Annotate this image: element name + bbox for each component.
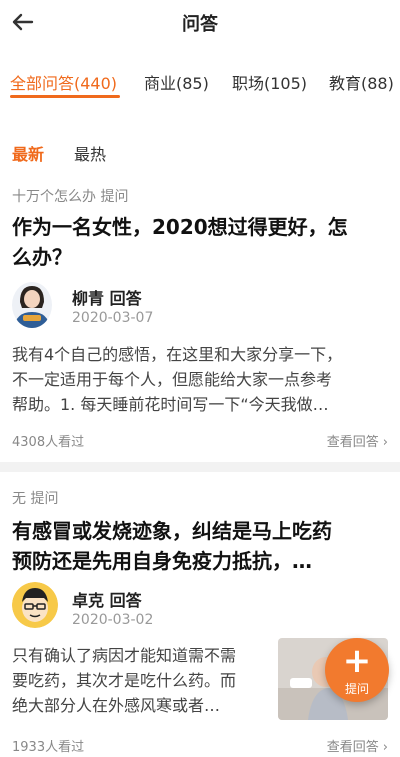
view-count: 1933人看过 [12,740,85,755]
asker-label: 无 提问 [12,491,59,507]
view-answer-label: 查看回答 [326,740,379,755]
view-answer-link[interactable]: 查看回答 › [327,431,388,450]
excerpt-line: 帮助。1. 每天睡前花时间写一下“今天我做… [12,395,329,414]
chevron-right-icon: › [382,740,388,755]
question-title[interactable]: 作为一名女性，2020想过得更好，怎 么办？ [12,212,392,272]
question-card[interactable]: 十万个怎么办 提问 作为一名女性，2020想过得更好，怎 么办？ 柳青 回答 2… [0,0,400,460]
question-title-line: 预防还是先用自身免疫力抵抗，… [12,549,312,573]
view-answer-link[interactable]: 查看回答 › [327,736,388,755]
question-title-line: 作为一名女性，2020想过得更好，怎 [12,215,348,239]
excerpt-line: 只有确认了病因才能知道需不需 [12,646,237,665]
answerer-name[interactable]: 卓克 回答 [72,587,142,611]
question-title-line: 么办？ [12,245,72,269]
chevron-right-icon: › [382,435,388,450]
card-divider [0,462,400,472]
excerpt-line: 不一定适用于每个人，但愿能给大家一点参考 [12,370,333,389]
plus-icon: + [342,641,372,681]
asker-label: 十万个怎么办 提问 [12,189,129,205]
avatar-woman-icon [12,282,52,328]
answerer-name[interactable]: 柳青 回答 [72,285,142,309]
question-title-line: 有感冒或发烧迹象，纠结是马上吃药 [12,519,332,543]
view-answer-label: 查看回答 [326,435,379,450]
avatar[interactable] [12,282,52,328]
avatar-cartoon-icon [12,582,58,628]
excerpt-line: 我有4个自己的感悟，在这里和大家分享一下， [12,345,343,364]
avatar[interactable] [12,582,58,628]
ask-question-label: 提问 [344,682,369,696]
answer-date: 2020-03-02 [72,612,154,628]
question-title[interactable]: 有感冒或发烧迹象，纠结是马上吃药 预防还是先用自身免疫力抵抗，… [12,516,392,576]
excerpt-line: 绝大部分人在外感风寒或者… [12,696,221,715]
answer-excerpt: 我有4个自己的感悟，在这里和大家分享一下， 不一定适用于每个人，但愿能给大家一点… [12,342,392,417]
ask-question-button[interactable]: + 提问 [325,638,389,702]
answer-excerpt: 只有确认了病因才能知道需不需 要吃药，其次才是吃什么药。而 绝大部分人在外感风寒… [12,643,274,718]
answer-date: 2020-03-07 [72,310,154,326]
excerpt-line: 要吃药，其次才是吃什么药。而 [12,671,237,690]
view-count: 4308人看过 [12,435,85,450]
